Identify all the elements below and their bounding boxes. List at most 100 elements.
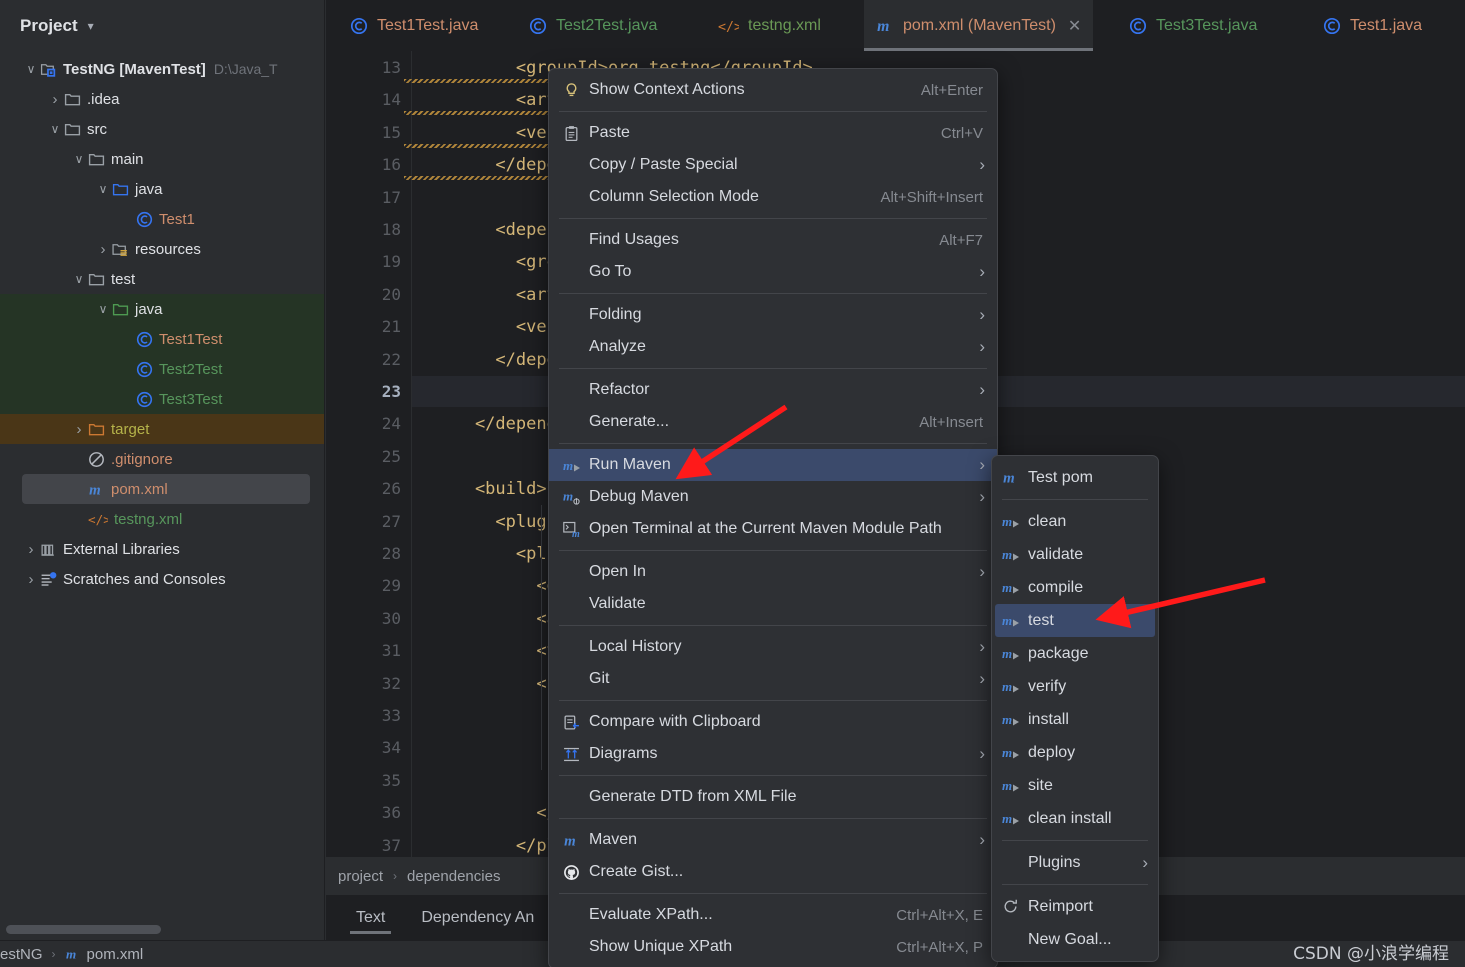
- submenu-item-validate[interactable]: m validate: [992, 538, 1158, 571]
- chevron-right-icon[interactable]: ›: [46, 91, 64, 108]
- svg-text:m: m: [564, 833, 576, 849]
- submenu-item-deploy[interactable]: m deploy: [992, 736, 1158, 769]
- svg-text:m: m: [877, 18, 889, 35]
- submenu-item-test[interactable]: m test: [995, 604, 1155, 637]
- submenu-item-reimport[interactable]: Reimport: [992, 890, 1158, 923]
- line-number: 37: [381, 835, 401, 855]
- submenu-item-label: Plugins: [1028, 853, 1081, 871]
- view-tab-dependency-an[interactable]: Dependency An: [403, 895, 552, 940]
- tree-item-test2test[interactable]: Test2Test: [0, 354, 324, 384]
- chevron-right-icon[interactable]: ›: [22, 571, 40, 588]
- editor-tab-test1-java[interactable]: Test1.java: [1311, 0, 1434, 51]
- tree-item-gitignore[interactable]: .gitignore: [0, 444, 324, 474]
- project-panel-header[interactable]: Project ▾: [0, 0, 324, 52]
- chevron-down-icon[interactable]: ∨: [70, 272, 88, 286]
- menu-item-local-history[interactable]: Local History ›: [549, 631, 997, 663]
- editor-tab-test1test-java[interactable]: Test1Test.java: [338, 0, 490, 51]
- menu-item-go-to[interactable]: Go To ›: [549, 256, 997, 288]
- tree-item-testng-xml[interactable]: </> testng.xml: [0, 504, 324, 534]
- menu-item-create-gist[interactable]: Create Gist...: [549, 856, 997, 888]
- menu-item-label: Folding: [589, 306, 642, 323]
- editor-tab-testng-xml[interactable]: </> testng.xml: [706, 0, 833, 51]
- menu-item-open-in[interactable]: Open In ›: [549, 556, 997, 588]
- chevron-down-icon[interactable]: ▾: [88, 19, 94, 33]
- status-file-name[interactable]: pom.xml: [87, 946, 144, 963]
- breadcrumb-item[interactable]: project: [338, 868, 383, 885]
- menu-item-run-maven[interactable]: m Run Maven ›: [549, 449, 997, 481]
- menu-item-generate[interactable]: Generate... Alt+Insert: [549, 406, 997, 438]
- submenu-item-install[interactable]: m install: [992, 703, 1158, 736]
- tree-item-idea[interactable]: › .idea: [0, 84, 324, 114]
- run-maven-submenu[interactable]: m Test pom m clean m validate m compile m…: [991, 455, 1159, 962]
- project-tree[interactable]: ∨ TestNG [MavenTest] D:\Java_T › .idea ∨ sr…: [0, 52, 324, 594]
- tree-item-resources[interactable]: › resources: [0, 234, 324, 264]
- breadcrumb-item[interactable]: dependencies: [407, 868, 500, 885]
- close-icon[interactable]: ✕: [1068, 16, 1081, 36]
- menu-item-find-usages[interactable]: Find Usages Alt+F7: [549, 224, 997, 256]
- tree-item-test3test[interactable]: Test3Test: [0, 384, 324, 414]
- submenu-item-new-goal[interactable]: New Goal...: [992, 923, 1158, 956]
- menu-item-open-terminal-at-the-current-maven-module-path[interactable]: m Open Terminal at the Current Maven Modu…: [549, 513, 997, 545]
- menu-item-diagrams[interactable]: Diagrams ›: [549, 738, 997, 770]
- folder-icon: [88, 271, 105, 288]
- breadcrumb-separator: ›: [393, 869, 398, 883]
- submenu-item-verify[interactable]: m verify: [992, 670, 1158, 703]
- view-tab-text[interactable]: Text: [338, 895, 403, 940]
- class-icon: [136, 211, 153, 228]
- tree-item-test1test[interactable]: Test1Test: [0, 324, 324, 354]
- editor-gutter[interactable]: 13 14 15 16 17 18 19 20 21 22 23 24 25 26 27 28 29 30 31 32…: [326, 51, 411, 857]
- editor-tab-test3test-java[interactable]: Test3Test.java: [1117, 0, 1269, 51]
- chevron-down-icon[interactable]: ∨: [46, 122, 64, 136]
- menu-item-evaluate-xpath[interactable]: Evaluate XPath... Ctrl+Alt+X, E: [549, 899, 997, 931]
- menu-item-column-selection-mode[interactable]: Column Selection Mode Alt+Shift+Insert: [549, 181, 997, 213]
- editor-tab-label: testng.xml: [748, 16, 821, 34]
- line-number: 21: [381, 317, 401, 337]
- submenu-item-site[interactable]: m site: [992, 769, 1158, 802]
- submenu-item-label: compile: [1028, 578, 1084, 596]
- chevron-down-icon[interactable]: ∨: [70, 152, 88, 166]
- menu-item-analyze[interactable]: Analyze ›: [549, 331, 997, 363]
- chevron-down-icon[interactable]: ∨: [94, 182, 112, 196]
- menu-item-compare-with-clipboard[interactable]: Compare with Clipboard: [549, 706, 997, 738]
- menu-item-maven[interactable]: m Maven ›: [549, 824, 997, 856]
- tree-item-test[interactable]: ∨ test: [0, 264, 324, 294]
- submenu-item-plugins[interactable]: Plugins ›: [992, 846, 1158, 879]
- chevron-right-icon[interactable]: ›: [70, 421, 88, 438]
- editor-tab-pom-xml-maventest[interactable]: m pom.xml (MavenTest) ✕: [864, 0, 1094, 51]
- tree-item-main[interactable]: ∨ main: [0, 144, 324, 174]
- submenu-item-clean-install[interactable]: m clean install: [992, 802, 1158, 835]
- editor-tab-test2test-java[interactable]: Test2Test.java: [517, 0, 669, 51]
- tree-item-test1[interactable]: Test1: [0, 204, 324, 234]
- editor-context-menu[interactable]: Show Context Actions Alt+Enter Paste Ctrl+…: [548, 68, 998, 967]
- tree-item-scratches-and-consoles[interactable]: › Scratches and Consoles: [0, 564, 324, 594]
- menu-item-git[interactable]: Git ›: [549, 663, 997, 695]
- project-panel-horizontal-scrollbar[interactable]: [6, 925, 161, 934]
- chevron-right-icon[interactable]: ›: [94, 241, 112, 258]
- menu-item-refactor[interactable]: Refactor ›: [549, 374, 997, 406]
- menu-item-show-context-actions[interactable]: Show Context Actions Alt+Enter: [549, 74, 997, 106]
- submenu-item-clean[interactable]: m clean: [992, 505, 1158, 538]
- chevron-right-icon[interactable]: ›: [22, 541, 40, 558]
- svg-text:m: m: [1002, 745, 1012, 760]
- menu-item-generate-dtd-from-xml-file[interactable]: Generate DTD from XML File: [549, 781, 997, 813]
- submenu-item-test-pom[interactable]: m Test pom: [992, 461, 1158, 494]
- code-line[interactable]: <build>: [434, 473, 547, 505]
- menu-item-copy-paste-special[interactable]: Copy / Paste Special ›: [549, 149, 997, 181]
- menu-item-folding[interactable]: Folding ›: [549, 299, 997, 331]
- chevron-down-icon[interactable]: ∨: [22, 62, 40, 76]
- submenu-item-package[interactable]: m package: [992, 637, 1158, 670]
- tree-item-external-libraries[interactable]: › External Libraries: [0, 534, 324, 564]
- submenu-item-compile[interactable]: m compile: [992, 571, 1158, 604]
- chevron-right-icon: ›: [979, 380, 985, 399]
- tree-item-java[interactable]: ∨ java: [0, 174, 324, 204]
- tree-item-pom-xml[interactable]: m pom.xml: [22, 474, 310, 504]
- tree-item-target[interactable]: › target: [0, 414, 324, 444]
- menu-item-paste[interactable]: Paste Ctrl+V: [549, 117, 997, 149]
- chevron-down-icon[interactable]: ∨: [94, 302, 112, 316]
- menu-item-debug-maven[interactable]: m Debug Maven ›: [549, 481, 997, 513]
- menu-item-show-unique-xpath[interactable]: Show Unique XPath Ctrl+Alt+X, P: [549, 931, 997, 963]
- tree-item-src[interactable]: ∨ src: [0, 114, 324, 144]
- tree-item-java[interactable]: ∨ java: [0, 294, 324, 324]
- menu-item-validate[interactable]: Validate: [549, 588, 997, 620]
- tree-item-testng-maventest[interactable]: ∨ TestNG [MavenTest] D:\Java_T: [0, 54, 324, 84]
